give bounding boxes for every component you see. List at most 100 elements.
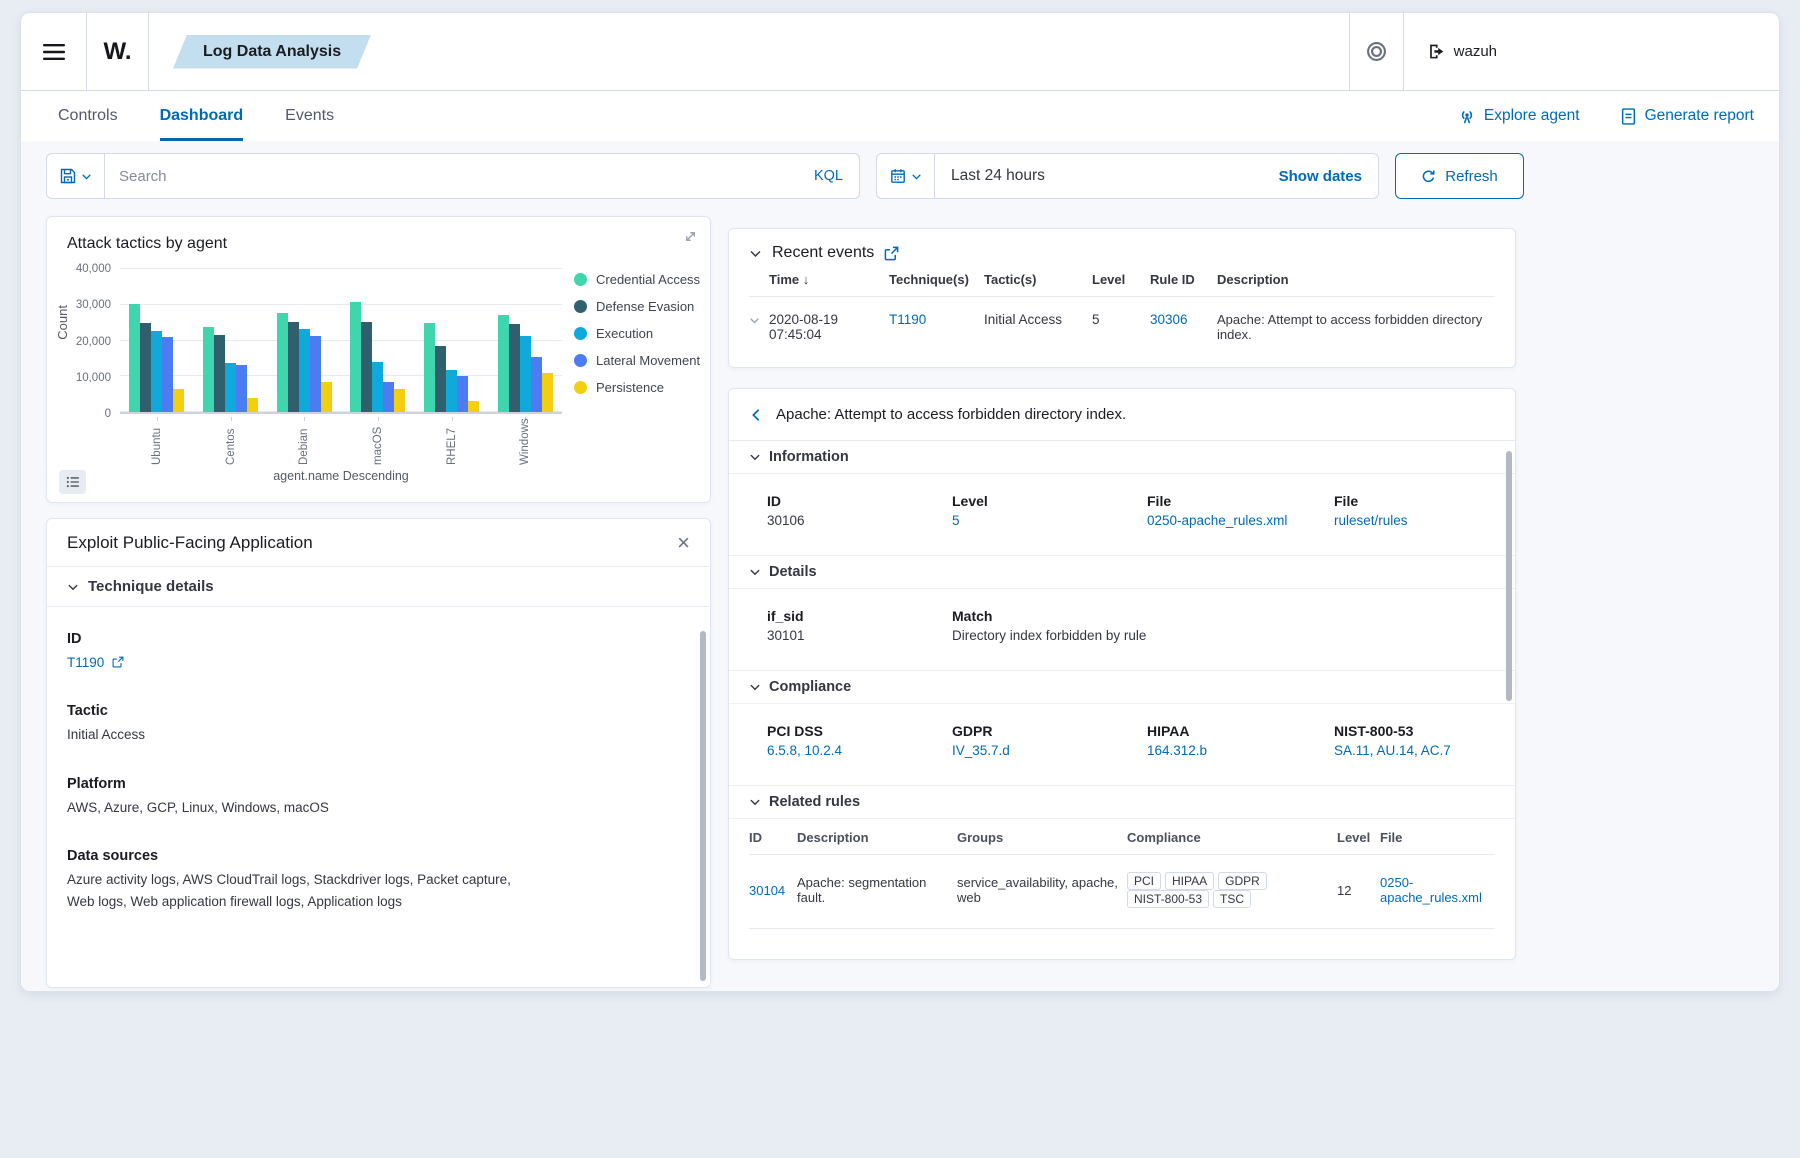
bar-credential-access[interactable]: [424, 323, 435, 412]
rr-column-level[interactable]: Level: [1337, 830, 1380, 845]
generate-report-button[interactable]: Generate report: [1620, 107, 1754, 125]
bar-defense-evasion[interactable]: [288, 322, 299, 412]
scrollbar[interactable]: [700, 631, 706, 981]
expand-chart-button[interactable]: [683, 229, 698, 244]
expand-row-icon[interactable]: [749, 315, 769, 326]
legend-item-defense-evasion[interactable]: Defense Evasion: [574, 299, 708, 314]
close-icon[interactable]: ×: [677, 532, 690, 554]
kql-selector[interactable]: KQL: [798, 168, 859, 184]
rr-column-groups[interactable]: Groups: [957, 830, 1127, 845]
scrollbar[interactable]: [1506, 451, 1512, 701]
column-rule-id[interactable]: Rule ID: [1150, 272, 1217, 287]
bar-defense-evasion[interactable]: [435, 346, 446, 412]
x-axis-label[interactable]: RHEL7: [446, 424, 458, 465]
information-section-header[interactable]: Information: [729, 441, 1515, 474]
bar-persistence[interactable]: [394, 389, 405, 412]
compliance-label: Compliance: [769, 679, 851, 695]
rr-column-description[interactable]: Description: [797, 830, 957, 845]
tab-events[interactable]: Events: [285, 91, 334, 141]
bar-credential-access[interactable]: [277, 313, 288, 412]
bar-execution[interactable]: [520, 336, 531, 412]
x-axis-label[interactable]: Debian: [298, 424, 310, 465]
bar-lateral-movement[interactable]: [383, 382, 394, 412]
rr-column-compliance[interactable]: Compliance: [1127, 830, 1337, 845]
time-range-value[interactable]: Last 24 hours: [935, 167, 1279, 185]
legend-item-lateral-movement[interactable]: Lateral Movement: [574, 353, 708, 368]
event-rule-id-link[interactable]: 30306: [1150, 312, 1188, 327]
bar-defense-evasion[interactable]: [361, 322, 372, 412]
back-chevron-icon[interactable]: [749, 408, 763, 422]
bar-defense-evasion[interactable]: [140, 323, 151, 412]
technique-id-link[interactable]: T1190: [67, 655, 104, 670]
gdpr-link[interactable]: IV_35.7.d: [952, 743, 1010, 758]
bar-defense-evasion[interactable]: [214, 335, 225, 412]
rr-column-id[interactable]: ID: [749, 830, 797, 845]
details-section-header[interactable]: Details: [729, 556, 1515, 589]
bar-defense-evasion[interactable]: [509, 324, 520, 412]
bar-execution[interactable]: [372, 362, 383, 412]
legend-dot: [574, 300, 587, 313]
explore-agent-button[interactable]: Explore agent: [1458, 107, 1580, 125]
menu-button[interactable]: [21, 13, 87, 90]
bar-persistence[interactable]: [468, 401, 479, 412]
column-level[interactable]: Level: [1092, 272, 1150, 287]
column-time[interactable]: Time ↓: [769, 272, 889, 287]
status-circle-button[interactable]: [1349, 13, 1403, 90]
x-axis-label[interactable]: macOS: [372, 424, 384, 465]
wazuh-logo[interactable]: W.: [87, 13, 149, 90]
tab-dashboard[interactable]: Dashboard: [160, 91, 244, 141]
refresh-button[interactable]: Refresh: [1395, 153, 1524, 199]
legend-toggle-button[interactable]: [59, 470, 86, 494]
rule-file-link[interactable]: 0250-apache_rules.xml: [1147, 513, 1287, 528]
x-axis-label[interactable]: Windows: [519, 424, 531, 465]
bar-persistence[interactable]: [542, 373, 553, 412]
technique-details-header[interactable]: Technique details: [47, 567, 710, 607]
bar-credential-access[interactable]: [129, 304, 140, 412]
bar-credential-access[interactable]: [498, 315, 509, 412]
related-rule-file-link[interactable]: 0250-apache_rules.xml: [1380, 875, 1482, 905]
legend-item-persistence[interactable]: Persistence: [574, 380, 708, 395]
column-tactic[interactable]: Tactic(s): [984, 272, 1092, 287]
bar-lateral-movement[interactable]: [531, 357, 542, 412]
compliance-section-header[interactable]: Compliance: [729, 671, 1515, 704]
logout-button[interactable]: wazuh: [1403, 13, 1521, 90]
search-input[interactable]: [105, 168, 798, 185]
bar-persistence[interactable]: [173, 389, 184, 412]
legend-item-credential-access[interactable]: Credential Access: [574, 272, 708, 287]
x-axis-label[interactable]: Centos: [225, 424, 237, 465]
event-technique-link[interactable]: T1190: [889, 312, 926, 327]
event-row[interactable]: 2020-08-19 07:45:04 T1190 Initial Access…: [749, 297, 1495, 360]
bar-lateral-movement[interactable]: [236, 365, 247, 412]
rr-column-file[interactable]: File: [1380, 830, 1495, 845]
bar-execution[interactable]: [299, 329, 310, 412]
bar-persistence[interactable]: [321, 382, 332, 412]
bar-lateral-movement[interactable]: [310, 336, 321, 412]
open-external-icon[interactable]: [884, 246, 899, 261]
bar-credential-access[interactable]: [203, 327, 214, 412]
bar-lateral-movement[interactable]: [457, 376, 468, 412]
nist-link[interactable]: SA.11, AU.14, AC.7: [1334, 743, 1451, 758]
hipaa-link[interactable]: 164.312.b: [1147, 743, 1207, 758]
x-axis-label[interactable]: Ubuntu: [151, 424, 163, 465]
bar-persistence[interactable]: [247, 398, 258, 412]
rule-level-link[interactable]: 5: [952, 513, 960, 528]
related-rule-id-link[interactable]: 30104: [749, 883, 785, 898]
rule-path-link[interactable]: ruleset/rules: [1334, 513, 1408, 528]
column-description[interactable]: Description: [1217, 272, 1495, 287]
tab-controls[interactable]: Controls: [58, 91, 118, 141]
event-description: Apache: Attempt to access forbidden dire…: [1217, 312, 1495, 342]
bar-execution[interactable]: [225, 363, 236, 412]
bar-execution[interactable]: [151, 331, 162, 413]
column-technique[interactable]: Technique(s): [889, 272, 984, 287]
bar-lateral-movement[interactable]: [162, 337, 173, 412]
related-rules-section-header[interactable]: Related rules: [729, 786, 1515, 819]
pci-dss-link[interactable]: 6.5.8, 10.2.4: [767, 743, 842, 758]
related-rule-row[interactable]: 30104 Apache: segmentation fault. servic…: [749, 855, 1495, 929]
bar-execution[interactable]: [446, 370, 457, 412]
bar-credential-access[interactable]: [350, 302, 361, 412]
show-dates-button[interactable]: Show dates: [1279, 168, 1378, 185]
calendar-button[interactable]: [877, 154, 935, 198]
legend-item-execution[interactable]: Execution: [574, 326, 708, 341]
collapse-chevron-icon[interactable]: [749, 247, 762, 260]
saved-queries-button[interactable]: [47, 154, 105, 198]
